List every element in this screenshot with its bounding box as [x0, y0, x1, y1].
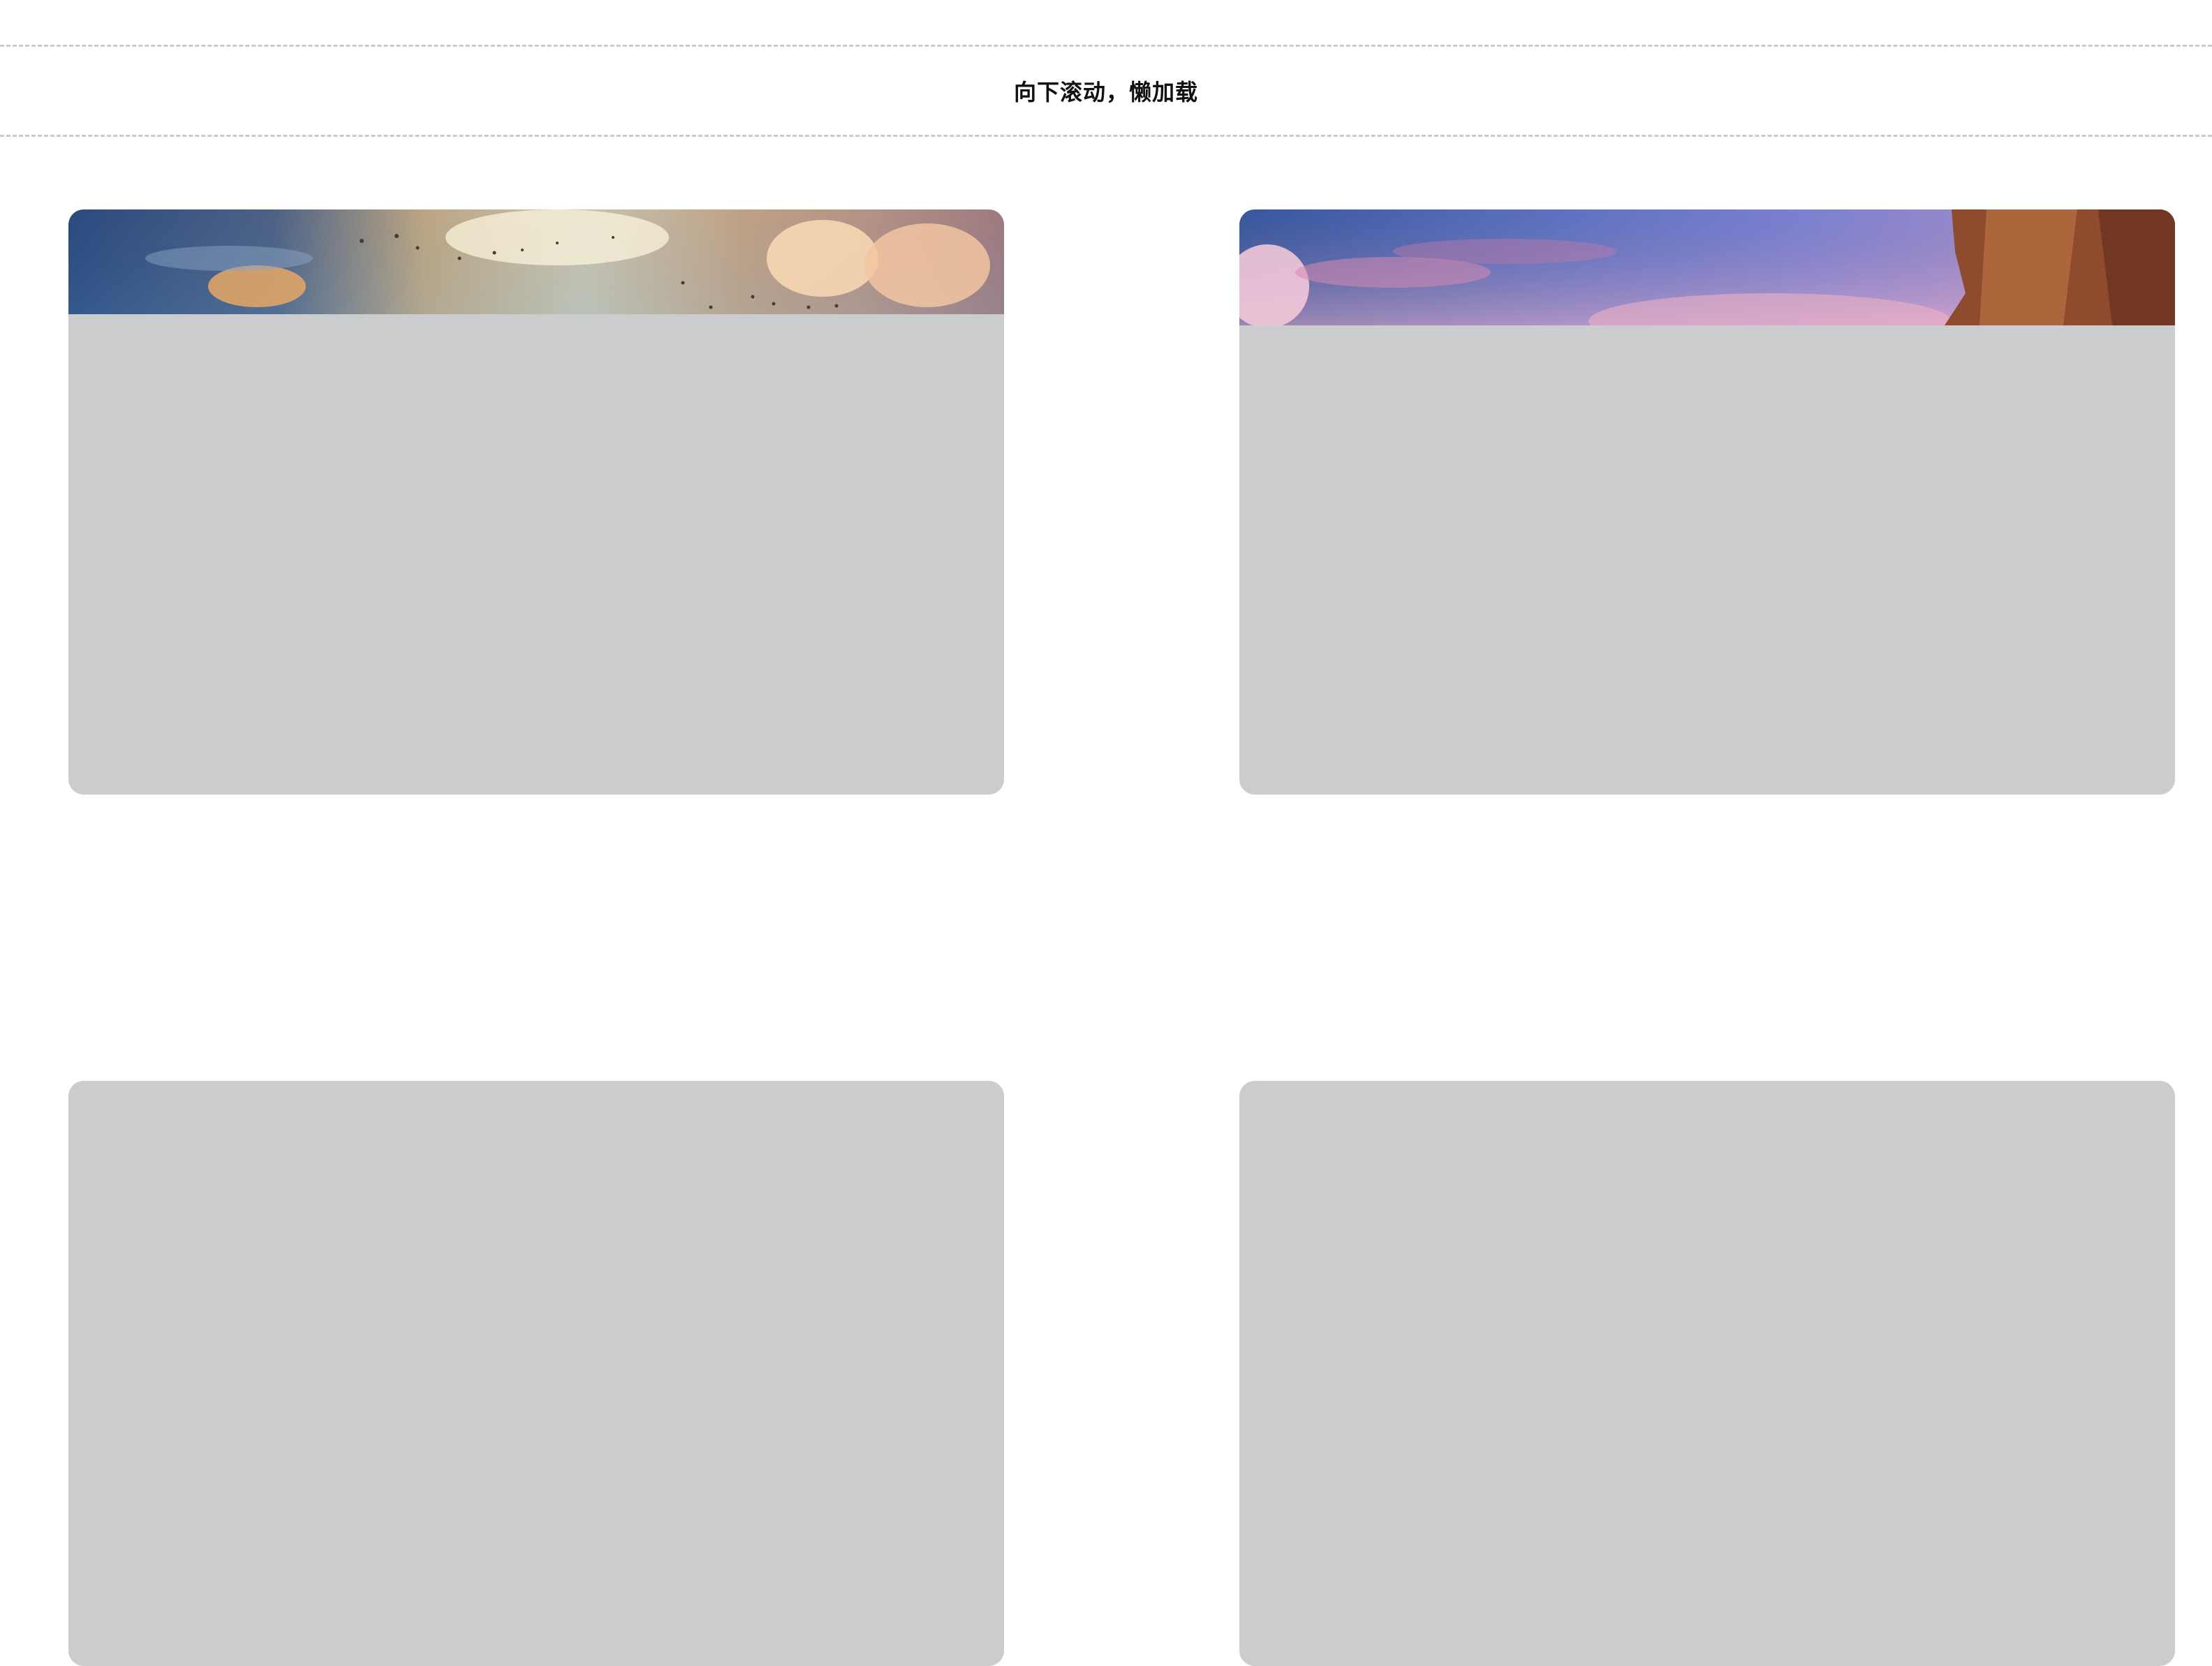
image-card[interactable]	[1239, 209, 2175, 795]
lazy-load-banner: 向下滚动，懒加载	[0, 45, 2212, 137]
image-card-placeholder[interactable]	[68, 1081, 1004, 1666]
image-card-placeholder[interactable]	[1239, 1081, 2175, 1666]
lazy-image-sunset-sky	[68, 209, 1004, 314]
image-card[interactable]	[68, 209, 1004, 795]
page-title: 向下滚动，懒加载	[1013, 79, 1198, 105]
lazy-image-dusk-cliff	[1239, 209, 2175, 325]
